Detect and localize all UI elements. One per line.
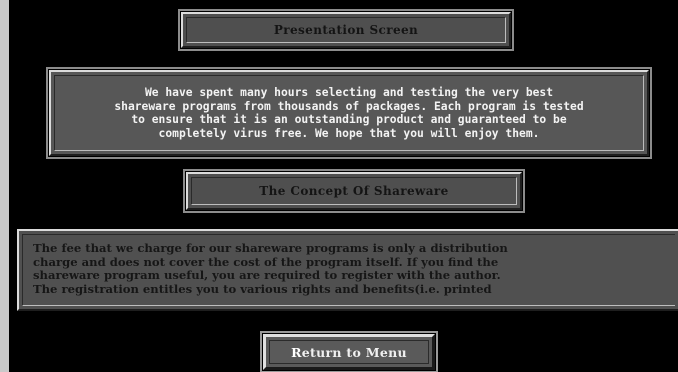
intro-panel: We have spent many hours selecting and t…	[46, 67, 652, 159]
presentation-title-panel: Presentation Screen	[178, 9, 514, 51]
dos-screen: Presentation Screen We have spent many h…	[9, 0, 678, 372]
return-to-menu-button[interactable]: Return to Menu	[260, 331, 438, 372]
intro-text: We have spent many hours selecting and t…	[114, 86, 584, 140]
return-label-rest: eturn to Menu	[301, 344, 407, 360]
shareware-info-frame: The fee that we charge for our shareware…	[22, 234, 675, 306]
concept-title-panel: The Concept Of Shareware	[183, 169, 525, 213]
concept-title-frame: The Concept Of Shareware	[191, 177, 517, 205]
return-hotkey: R	[291, 344, 302, 360]
shareware-info-panel[interactable]: The fee that we charge for our shareware…	[17, 229, 678, 311]
section-title: The Concept Of Shareware	[259, 184, 449, 198]
return-to-menu-label: Return to Menu	[291, 345, 407, 360]
page-title: Presentation Screen	[273, 23, 419, 37]
return-to-menu-button-frame: Return to Menu	[269, 340, 429, 364]
presentation-title-frame: Presentation Screen	[186, 17, 506, 43]
intro-frame: We have spent many hours selecting and t…	[54, 75, 644, 151]
shareware-info-text: The fee that we charge for our shareware…	[33, 241, 508, 296]
